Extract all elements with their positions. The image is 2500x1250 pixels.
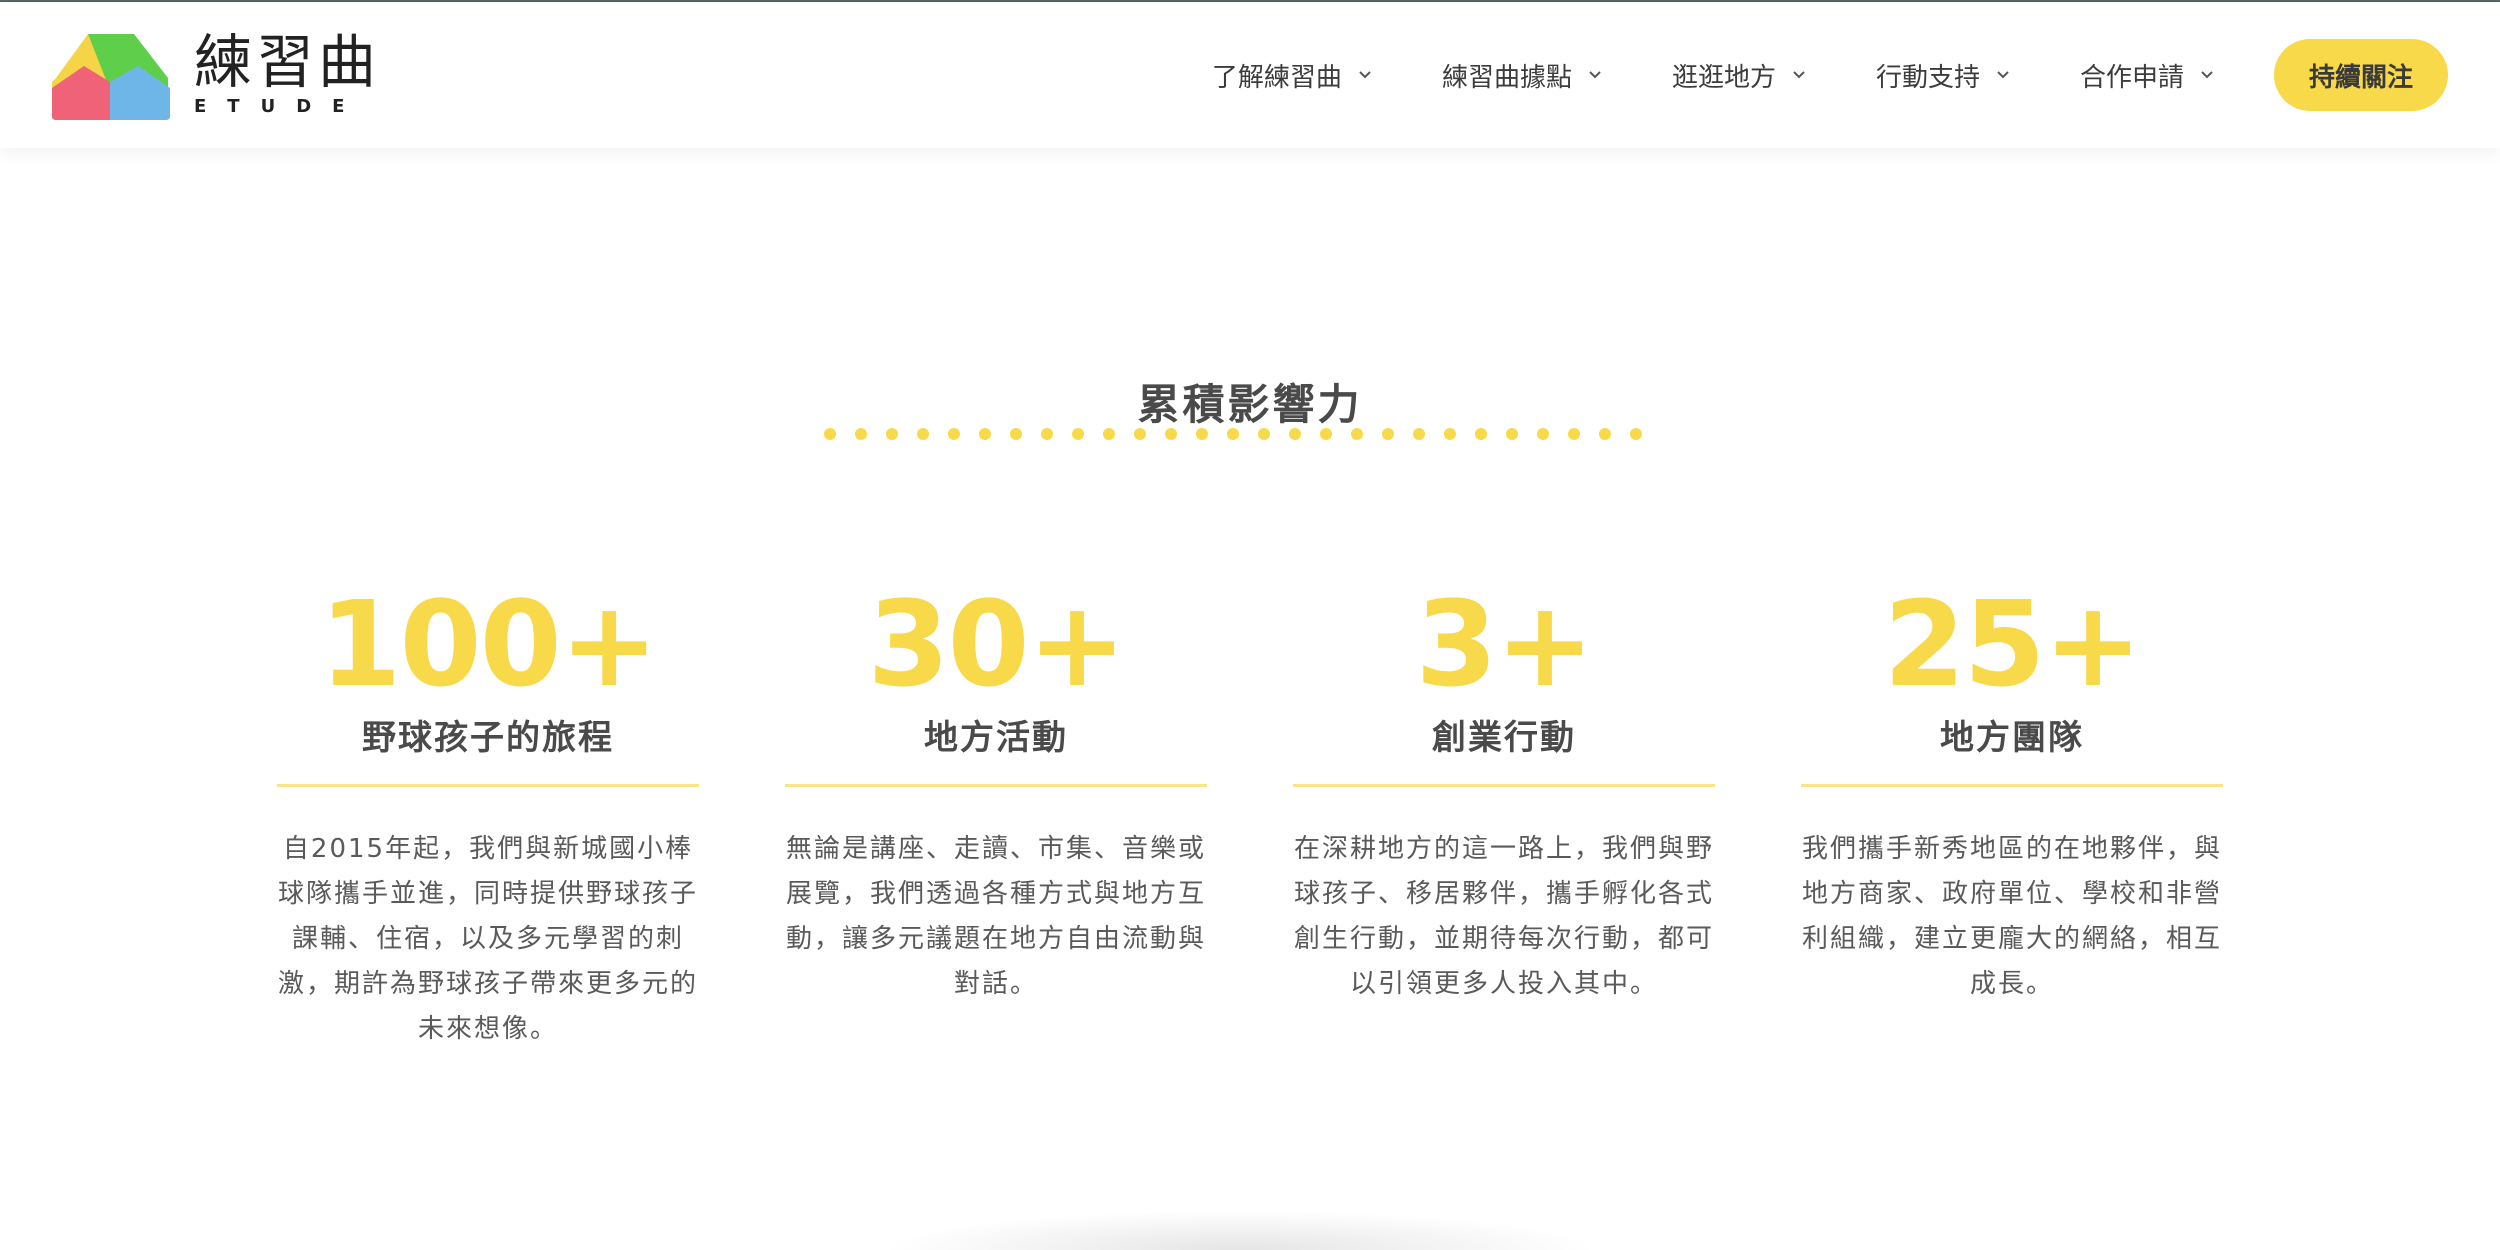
follow-button[interactable]: 持續關注 <box>2274 39 2448 111</box>
stat-divider <box>1293 784 1715 787</box>
stat-label: 地方活動 <box>924 718 1068 758</box>
nav-item-locations[interactable]: 練習曲據點 <box>1442 57 1602 94</box>
chevron-down-icon <box>2201 71 2213 79</box>
chevron-down-icon <box>1359 71 1371 79</box>
section-title: 累積影響力 <box>1137 379 1363 429</box>
logo-text: 練習曲 ETUDE <box>194 30 380 117</box>
stat-label: 創業行動 <box>1432 718 1576 758</box>
stat-divider <box>785 784 1207 787</box>
next-section-shadow <box>880 1210 1600 1250</box>
stat-card-events: 30+ 地方活動 無論是講座、走讀、市集、音樂或展覽，我們透過各種方式與地方互動… <box>785 578 1207 1007</box>
logo-title-cn: 練習曲 <box>194 28 381 96</box>
stat-label: 地方團隊 <box>1940 718 2084 758</box>
nav-item-explore[interactable]: 逛逛地方 <box>1672 57 1806 94</box>
stat-divider <box>277 784 699 787</box>
stat-number: 3+ <box>1415 575 1595 713</box>
stat-divider <box>1801 784 2223 787</box>
stat-card-teams: 25+ 地方團隊 我們攜手新秀地區的在地夥伴，與地方商家、政府單位、學校和非營利… <box>1801 578 2223 1007</box>
nav-item-label: 了解練習曲 <box>1211 62 1342 93</box>
logo-house-icon <box>52 34 170 120</box>
stat-description: 我們攜手新秀地區的在地夥伴，與地方商家、政府單位、學校和非營利組織，建立更龐大的… <box>1802 834 2223 999</box>
nav-item-label: 練習曲據點 <box>1441 62 1572 93</box>
nav-item-label: 行動支持 <box>1875 62 1980 93</box>
site-logo[interactable]: 練習曲 ETUDE <box>50 30 380 120</box>
stat-number: 25+ <box>1883 575 2142 713</box>
stat-number: 100+ <box>319 575 658 713</box>
nav-item-label: 逛逛地方 <box>1671 62 1776 93</box>
stat-description: 自2015年起，我們與新城國小棒球隊攜手並進，同時提供野球孩子課輔、住宿，以及多… <box>278 834 699 1044</box>
site-header: 練習曲 ETUDE 了解練習曲 練習曲據點 逛逛地方 行動支持 合作申請 持續關… <box>0 2 2500 148</box>
stat-description: 在深耕地方的這一路上，我們與野球孩子、移居夥伴，攜手孵化各式創生行動，並期待每次… <box>1294 834 1715 999</box>
nav-item-cooperation[interactable]: 合作申請 <box>2080 57 2214 94</box>
nav-item-label: 合作申請 <box>2079 62 2184 93</box>
chevron-down-icon <box>1793 71 1805 79</box>
nav-item-about[interactable]: 了解練習曲 <box>1212 57 1372 94</box>
nav-item-support[interactable]: 行動支持 <box>1876 57 2010 94</box>
impact-stats: 100+ 野球孩子的旅程 自2015年起，我們與新城國小棒球隊攜手並進，同時提供… <box>277 578 2223 1098</box>
stat-card-startups: 3+ 創業行動 在深耕地方的這一路上，我們與野球孩子、移居夥伴，攜手孵化各式創生… <box>1293 578 1715 1007</box>
logo-title-en: ETUDE <box>194 96 366 117</box>
stat-label: 野球孩子的旅程 <box>362 718 614 758</box>
dotted-divider <box>824 428 1642 440</box>
stat-description: 無論是講座、走讀、市集、音樂或展覽，我們透過各種方式與地方互動，讓多元議題在地方… <box>786 834 1207 999</box>
stat-card-baseball: 100+ 野球孩子的旅程 自2015年起，我們與新城國小棒球隊攜手並進，同時提供… <box>277 578 699 1052</box>
main-nav: 了解練習曲 練習曲據點 逛逛地方 行動支持 合作申請 持續關注 <box>1212 2 2500 148</box>
chevron-down-icon <box>1589 71 1601 79</box>
chevron-down-icon <box>1997 71 2009 79</box>
stat-number: 30+ <box>867 575 1126 713</box>
